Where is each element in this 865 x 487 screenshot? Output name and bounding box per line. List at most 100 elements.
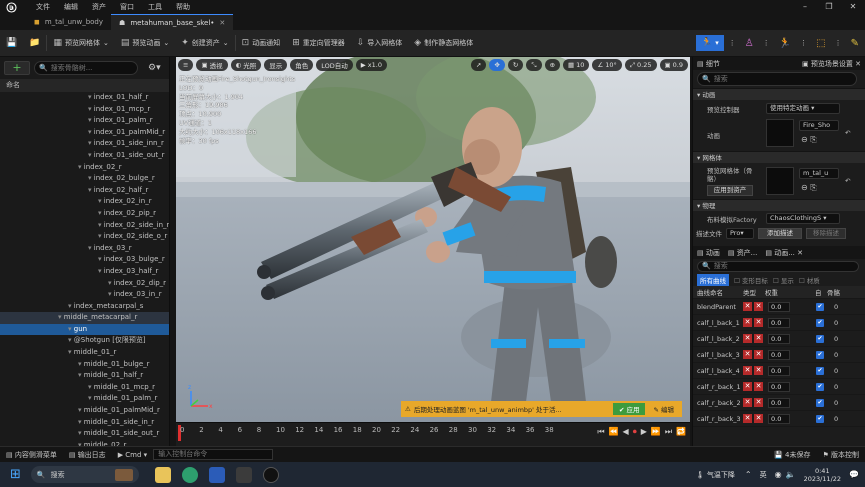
- tree-row[interactable]: ▾ index_02_side_o_r: [0, 231, 169, 243]
- world-local-button[interactable]: ⊕: [544, 59, 561, 71]
- file-explorer-icon[interactable]: [154, 466, 171, 483]
- tab-skeleton[interactable]: ☗ metahuman_base_skel• ✕: [111, 14, 234, 30]
- section-mesh[interactable]: ▾ 网格体: [693, 151, 865, 163]
- section-physics[interactable]: ▾ 物理: [693, 199, 865, 211]
- skip-start-icon[interactable]: ⏮: [597, 427, 604, 437]
- delete-curve-icon[interactable]: ✕: [743, 334, 752, 343]
- clock[interactable]: 0:41 2023/11/22: [804, 467, 841, 483]
- tree-row[interactable]: ▾ middle_metacarpal_r: [0, 312, 169, 324]
- play-reverse-icon[interactable]: ◀: [623, 427, 629, 437]
- create-asset-button[interactable]: ✦ 创建资产 ⌄: [175, 30, 234, 57]
- tree-row[interactable]: ▾ middle_01_side_in_r: [0, 417, 169, 429]
- more-icon[interactable]: ⋮: [832, 30, 845, 57]
- tree-row[interactable]: ▾ index_03_half_r: [0, 266, 169, 278]
- tree-row[interactable]: ▾ @Shotgun [仅限预览]: [0, 335, 169, 347]
- delete-curve-icon[interactable]: ✕: [743, 302, 752, 311]
- curve-weight-input[interactable]: 0.0: [768, 413, 790, 424]
- delete-curve-icon[interactable]: ✕: [743, 318, 752, 327]
- settings-icon[interactable]: ⚙▾: [148, 63, 161, 73]
- morph-type-icon[interactable]: ✕: [754, 382, 763, 391]
- curve-weight-input[interactable]: 0.0: [768, 317, 790, 328]
- filter-material[interactable]: ☐ 材质: [799, 275, 820, 285]
- tab-asset[interactable]: ▤ 资产...: [728, 248, 758, 258]
- tab-details[interactable]: ▤ 细节: [697, 59, 720, 69]
- curve-row[interactable]: calf_r_back_3 ✕ ✕ 0.0 ✔ 0: [693, 411, 865, 427]
- scale-tool-button[interactable]: ⤡: [526, 59, 542, 71]
- filter-all-curves[interactable]: 所有曲线: [697, 273, 729, 286]
- blueprint-mode-button[interactable]: ⬚: [810, 30, 831, 57]
- skip-end-icon[interactable]: ⏭: [665, 427, 672, 437]
- morph-type-icon[interactable]: ✕: [754, 414, 763, 423]
- tab-preview-settings[interactable]: ▣ 预览场景设置 ✕: [802, 59, 861, 69]
- close-icon[interactable]: ✕: [855, 60, 861, 68]
- make-static-button[interactable]: ◈ 制作静态网格体: [408, 30, 479, 57]
- auto-checkbox[interactable]: ✔: [816, 414, 824, 423]
- preview-anim-button[interactable]: ▤ 预览动画 ⌄: [115, 30, 175, 57]
- tree-row[interactable]: ▾ index_01_mcp_r: [0, 104, 169, 116]
- camera-speed-button[interactable]: ▣ 0.9: [659, 59, 688, 71]
- loop-icon[interactable]: 🔁: [676, 427, 686, 437]
- curve-row[interactable]: calf_r_back_1 ✕ ✕ 0.0 ✔ 0: [693, 379, 865, 395]
- tree-row[interactable]: ▾ index_02_in_r: [0, 196, 169, 208]
- tree-row[interactable]: ▾ middle_01_r: [0, 347, 169, 359]
- auto-checkbox[interactable]: ✔: [816, 398, 824, 407]
- viewport[interactable]: z x ≡ ▣ 透视 ◐ 光照 显示 角色 LOD自动 ▶ x1.0 ➚ ✥ ↻ ⤡ …: [176, 57, 690, 422]
- auto-checkbox[interactable]: ✔: [816, 302, 824, 311]
- morph-type-icon[interactable]: ✕: [754, 350, 763, 359]
- anim-thumbnail[interactable]: [766, 119, 794, 147]
- morph-type-icon[interactable]: ✕: [754, 366, 763, 375]
- filter-morph-targets[interactable]: ☐ 变形目标: [734, 275, 768, 285]
- auto-checkbox[interactable]: ✔: [816, 318, 824, 327]
- tree-row[interactable]: ▾ index_02_bulge_r: [0, 173, 169, 185]
- morph-type-icon[interactable]: ✕: [754, 318, 763, 327]
- preview-controller-select[interactable]: 使用特定动画 ▾: [766, 103, 840, 114]
- skeleton-mode-button[interactable]: 🏃 ▾: [696, 35, 724, 51]
- tab-anim-curves[interactable]: ▤ 动画: [697, 248, 720, 258]
- tab-anim2[interactable]: ▤ 动画... ✕: [765, 248, 803, 258]
- tree-row[interactable]: ▾ middle_01_bulge_r: [0, 359, 169, 371]
- menu-edit[interactable]: 编辑: [64, 2, 78, 12]
- character-button[interactable]: 角色: [290, 59, 314, 71]
- delete-curve-icon[interactable]: ✕: [743, 350, 752, 359]
- restore-icon[interactable]: ❐: [817, 0, 841, 14]
- tree-row[interactable]: ▾ index_metacarpal_s: [0, 301, 169, 313]
- record-icon[interactable]: ⏺: [633, 427, 637, 437]
- tree-row[interactable]: ▾ index_01_side_inn_r: [0, 138, 169, 150]
- auto-checkbox[interactable]: ✔: [816, 382, 824, 391]
- curve-row[interactable]: calf_l_back_3 ✕ ✕ 0.0 ✔ 0: [693, 347, 865, 363]
- profile-select[interactable]: Pro▾: [726, 227, 754, 239]
- tree-row[interactable]: ▾ index_03_in_r: [0, 289, 169, 301]
- morph-type-icon[interactable]: ✕: [754, 334, 763, 343]
- network-icon[interactable]: ◉: [775, 470, 782, 479]
- tree-row[interactable]: ▾ middle_01_palmMid_r: [0, 405, 169, 417]
- anim-notify-button[interactable]: ⊡ 动画通知: [236, 30, 287, 57]
- console-input[interactable]: 输入控制台命令: [153, 449, 274, 460]
- viewport-menu-button[interactable]: ≡: [178, 59, 194, 71]
- tree-row[interactable]: ▾ index_01_palmMid_r: [0, 127, 169, 139]
- content-drawer-button[interactable]: ▤ 内容侧滑菜单: [0, 450, 63, 460]
- show-button[interactable]: 显示: [264, 59, 288, 71]
- tree-row[interactable]: ▾ index_01_half_r: [0, 92, 169, 104]
- tree-row[interactable]: ▾ index_03_r: [0, 243, 169, 255]
- curve-weight-input[interactable]: 0.0: [768, 381, 790, 392]
- delete-curve-icon[interactable]: ✕: [743, 382, 752, 391]
- tree-row[interactable]: ▾ index_01_side_out_r: [0, 150, 169, 162]
- unsaved-button[interactable]: 💾 4未保存: [768, 450, 816, 460]
- morph-type-icon[interactable]: ✕: [754, 302, 763, 311]
- curve-row[interactable]: calf_r_back_2 ✕ ✕ 0.0 ✔ 0: [693, 395, 865, 411]
- menu-window[interactable]: 窗口: [120, 2, 134, 12]
- lod-button[interactable]: LOD自动: [316, 59, 353, 71]
- auto-checkbox[interactable]: ✔: [816, 350, 824, 359]
- grid-snap-button[interactable]: ▦ 10: [563, 59, 590, 71]
- step-forward-icon[interactable]: ⏩: [651, 427, 661, 437]
- auto-checkbox[interactable]: ✔: [816, 334, 824, 343]
- curve-row[interactable]: blendParent ✕ ✕ 0.0 ✔ 0: [693, 299, 865, 315]
- tree-row[interactable]: ▾ index_01_palm_r: [0, 115, 169, 127]
- mesh-mode-button[interactable]: ♙: [739, 30, 760, 57]
- anim-select[interactable]: Fire_Sho: [799, 120, 839, 131]
- version-control-button[interactable]: ⚑ 版本控制: [816, 450, 865, 460]
- more-icon[interactable]: ⋮: [760, 30, 773, 57]
- volume-icon[interactable]: 🔈: [786, 470, 796, 479]
- more-icon[interactable]: ⋮: [797, 30, 810, 57]
- curves-search-input[interactable]: 🔍 搜索: [697, 260, 859, 272]
